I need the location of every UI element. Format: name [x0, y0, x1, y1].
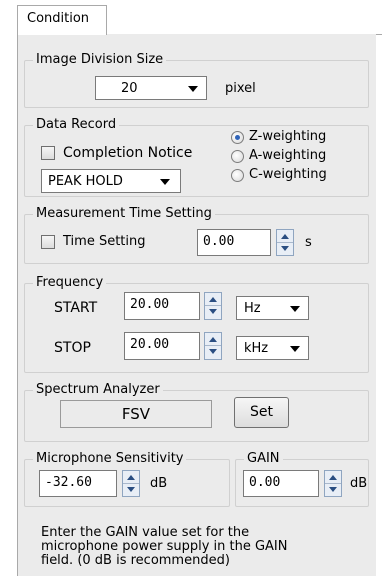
image-division-value: 20 [121, 81, 138, 96]
condition-panel: Image Division Size 20 pixel Data Record… [17, 34, 376, 576]
start-frequency-value: 20.00 [130, 297, 170, 312]
tab-condition[interactable]: Condition [17, 5, 107, 35]
frequency-title: Frequency [33, 275, 107, 290]
arrow-down-icon [281, 245, 289, 251]
gain-input[interactable]: 0.00 [243, 470, 319, 497]
chevron-down-icon [160, 179, 170, 185]
measurement-time-spinner[interactable] [276, 229, 294, 256]
gain-value: 0.00 [249, 475, 281, 490]
data-record-mode-value: PEAK HOLD [48, 174, 123, 189]
z-weighting-radio[interactable] [231, 131, 244, 144]
image-division-unit: pixel [225, 81, 256, 96]
arrow-down-icon [209, 309, 217, 314]
time-setting-label: Time Setting [63, 234, 146, 249]
mic-sensitivity-title: Microphone Sensitivity [33, 451, 187, 466]
arrow-down-icon [209, 349, 217, 354]
spin-up-button[interactable] [205, 293, 221, 306]
set-button[interactable]: Set [234, 397, 289, 428]
spin-down-button[interactable] [205, 306, 221, 319]
image-division-select[interactable]: 20 [95, 76, 207, 100]
mic-sensitivity-value: -32.60 [45, 475, 92, 490]
spectrum-analyzer-name: FSV [121, 405, 151, 423]
measurement-time-input[interactable]: 0.00 [197, 229, 271, 256]
gain-title: GAIN [244, 451, 283, 466]
start-unit-select[interactable]: Hz [236, 296, 309, 320]
gain-unit: dB [350, 476, 368, 491]
mic-sensitivity-unit: dB [150, 476, 168, 491]
arrow-up-icon [209, 337, 217, 342]
start-label: START [54, 300, 98, 316]
spin-up-button[interactable] [205, 333, 221, 346]
measurement-time-unit: s [305, 235, 312, 250]
arrow-down-icon [329, 486, 337, 492]
mic-sensitivity-input[interactable]: -32.60 [39, 470, 117, 497]
stop-frequency-input[interactable]: 20.00 [124, 332, 200, 360]
arrow-up-icon [209, 297, 217, 302]
gain-spinner[interactable] [324, 470, 342, 497]
spectrum-analyzer-title: Spectrum Analyzer [33, 382, 163, 397]
c-weighting-radio[interactable] [231, 169, 244, 182]
spin-down-button[interactable] [277, 243, 293, 256]
arrow-down-icon [127, 486, 135, 492]
chevron-down-icon [290, 346, 300, 352]
a-weighting-radio[interactable] [231, 150, 244, 163]
data-record-mode-select[interactable]: PEAK HOLD [41, 169, 181, 193]
measurement-time-title: Measurement Time Setting [33, 206, 215, 221]
completion-notice-checkbox[interactable] [41, 146, 55, 160]
start-frequency-input[interactable]: 20.00 [124, 292, 200, 320]
time-setting-checkbox[interactable] [41, 235, 55, 249]
spin-up-button[interactable] [277, 230, 293, 243]
arrow-up-icon [281, 234, 289, 239]
spin-up-button[interactable] [123, 471, 139, 484]
gain-help-text: Enter the GAIN value set for the microph… [41, 525, 288, 568]
spin-down-button[interactable] [325, 484, 341, 497]
mic-sensitivity-spinner[interactable] [122, 470, 140, 497]
a-weighting-label: A-weighting [249, 148, 327, 163]
tab-bar: Condition [0, 0, 382, 35]
completion-notice-label: Completion Notice [63, 145, 193, 161]
spin-down-button[interactable] [123, 484, 139, 497]
set-button-label: Set [250, 404, 273, 420]
data-record-title: Data Record [33, 117, 120, 132]
start-frequency-spinner[interactable] [204, 292, 222, 320]
chevron-down-icon [290, 306, 300, 312]
stop-frequency-spinner[interactable] [204, 332, 222, 360]
chevron-down-icon [188, 86, 198, 92]
start-unit-value: Hz [244, 301, 261, 316]
stop-frequency-value: 20.00 [130, 337, 170, 352]
tab-condition-label: Condition [27, 11, 90, 26]
spin-down-button[interactable] [205, 346, 221, 359]
spectrum-analyzer-display: FSV [60, 400, 212, 428]
stop-unit-select[interactable]: kHz [236, 336, 309, 360]
arrow-up-icon [329, 475, 337, 480]
z-weighting-label: Z-weighting [249, 129, 327, 144]
measurement-time-value: 0.00 [203, 234, 235, 249]
stop-label: STOP [54, 340, 91, 356]
c-weighting-label: C-weighting [249, 167, 327, 182]
image-division-title: Image Division Size [33, 52, 167, 67]
spin-up-button[interactable] [325, 471, 341, 484]
stop-unit-value: kHz [244, 341, 269, 356]
arrow-up-icon [127, 475, 135, 480]
